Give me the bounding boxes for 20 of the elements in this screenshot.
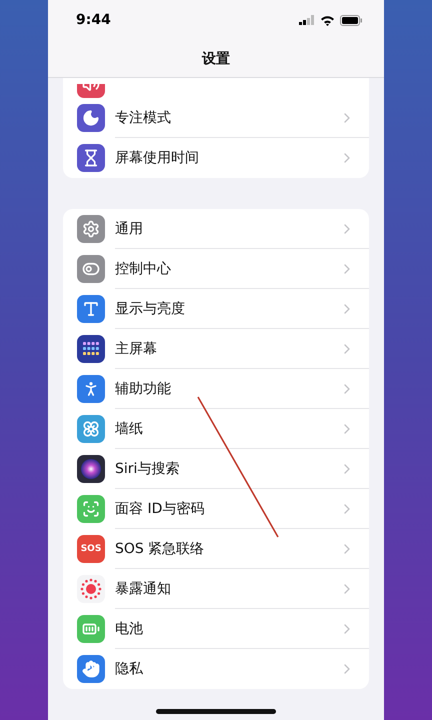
settings-item[interactable]: 显示与亮度 [115,300,185,318]
sos-icon-text: SOS [80,544,102,554]
signal-icon [299,15,315,25]
status-time: 9:44 [76,12,111,28]
settings-item[interactable]: 主屏幕 [115,340,157,358]
settings-item[interactable]: 通用 [115,220,143,238]
wifi-icon [320,14,335,26]
settings-item[interactable]: 电池 [115,620,143,638]
settings-item[interactable]: 专注模式 [115,108,171,126]
battery-status-icon [340,14,362,26]
settings-item[interactable]: 辅助功能 [115,380,171,398]
settings-item[interactable]: 面容 ID与密码 [115,500,204,518]
page-title: 设置 [202,50,230,68]
settings-item[interactable]: 墙纸 [115,420,143,438]
settings-item[interactable]: 暴露通知 [115,580,171,598]
settings-item[interactable]: 控制中心 [115,260,171,278]
settings-item[interactable]: Siri与搜索 [115,460,180,478]
settings-item[interactable]: 隐私 [115,660,143,678]
settings-item[interactable]: SOS 紧急联络 [115,540,204,558]
settings-item[interactable]: 屏幕使用时间 [115,149,199,167]
